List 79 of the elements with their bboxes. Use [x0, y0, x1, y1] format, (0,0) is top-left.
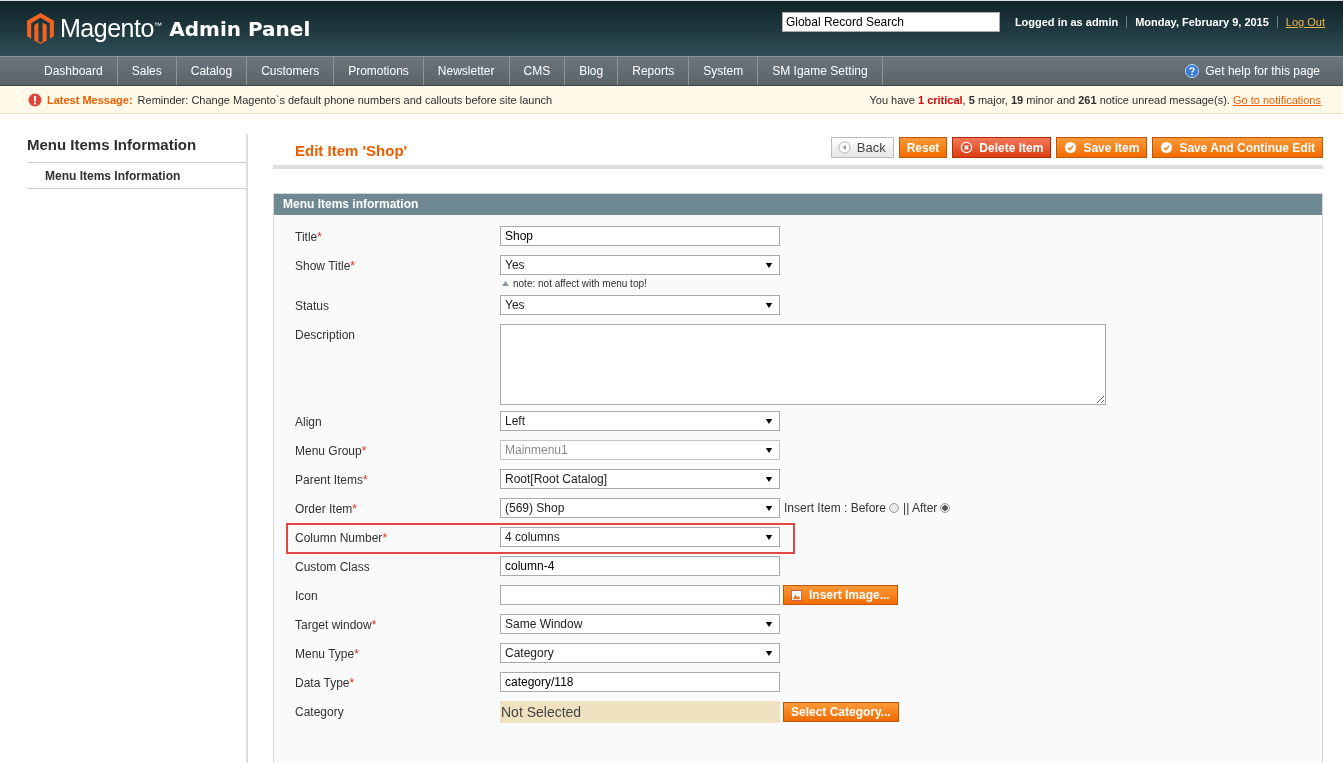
page-title: Edit Item 'Shop' — [295, 141, 408, 159]
text-field[interactable]: column-4 — [500, 556, 780, 576]
nav-item[interactable]: SM Igame Setting — [758, 57, 883, 85]
dropdown-arrow-icon — [765, 301, 773, 309]
help-icon[interactable] — [1185, 64, 1200, 78]
dropdown-arrow-icon — [765, 504, 773, 512]
field-label: Menu Group* — [295, 443, 368, 460]
nav-item[interactable]: Promotions — [334, 57, 424, 85]
field-label: Show Title* — [295, 258, 357, 275]
section-header: Menu Items information — [274, 194, 1322, 215]
nav-item[interactable]: CMS — [509, 57, 566, 85]
sidebar-title: Menu Items Information — [27, 134, 246, 163]
notifications-link[interactable]: Go to notifications — [1232, 93, 1321, 106]
field-label: Title* — [295, 229, 323, 246]
nav-item[interactable]: Reports — [618, 57, 690, 85]
dropdown[interactable]: Left — [500, 411, 780, 431]
delete-button[interactable]: Delete Item — [952, 137, 1052, 158]
dropdown-arrow-icon — [765, 620, 773, 628]
text-field[interactable] — [500, 585, 780, 605]
field-note: note: not affect with menu top! — [513, 278, 647, 289]
help-link[interactable]: Get help for this page — [1205, 64, 1320, 78]
dropdown[interactable]: 4 columns — [500, 527, 780, 547]
text-field[interactable]: category/118 — [500, 672, 780, 692]
nav-item[interactable]: Customers — [247, 57, 335, 85]
nav-item[interactable]: System — [689, 57, 759, 85]
nav-item[interactable]: Catalog — [176, 57, 248, 85]
logo-text: Magento$^{™}$ — [60, 14, 162, 43]
alert-icon — [28, 92, 42, 107]
product-title: Admin Panel — [169, 16, 311, 41]
current-date: Monday, February 9, 2015 — [1127, 16, 1278, 28]
nav-item[interactable]: Sales — [117, 57, 177, 85]
dropdown-arrow-icon — [765, 261, 773, 269]
dropdown[interactable]: (569) Shop — [500, 498, 780, 518]
radio-button[interactable] — [889, 503, 900, 513]
message-text: Reminder: Change Magento`s default phone numbers and callouts before site launch — [137, 93, 553, 106]
radio-label: || After — [903, 501, 938, 515]
description-field[interactable] — [500, 324, 1106, 405]
field-label: Data Type* — [295, 675, 356, 692]
back-button[interactable]: Back — [830, 137, 894, 158]
triangle-icon — [502, 281, 509, 286]
field-label: Category — [295, 704, 345, 721]
field-label: Align — [295, 414, 323, 431]
sidebar-tab[interactable]: Menu Items Information — [27, 163, 246, 189]
radio-button[interactable] — [940, 503, 951, 513]
field-label: Description — [295, 327, 357, 344]
dropdown-arrow-icon — [765, 417, 773, 425]
field-label: Column Number* — [295, 530, 389, 547]
dropdown[interactable]: Same Window — [500, 614, 780, 634]
logo-icon — [27, 13, 54, 44]
field-label: Icon — [295, 588, 319, 605]
checkmark-icon — [1160, 141, 1174, 154]
text-field[interactable]: Shop — [500, 226, 780, 246]
image-icon — [791, 589, 802, 601]
field-label: Custom Class — [295, 559, 371, 576]
nav-item[interactable]: Blog — [565, 57, 619, 85]
radio-label: Insert Item : Before — [784, 501, 887, 515]
search-field[interactable]: Global Record Search — [781, 12, 1000, 32]
dropdown[interactable]: Yes — [500, 255, 780, 275]
field-label: Order Item* — [295, 501, 359, 518]
checkmark-icon — [1064, 141, 1078, 154]
message-label: Latest Message: — [47, 93, 133, 106]
field-label: Status — [295, 298, 331, 315]
nav-item[interactable]: Dashboard — [30, 57, 118, 85]
field-label: Menu Type* — [295, 646, 360, 663]
message-summary: You have 1 critical, 5 major, 19 minor and 261 notice unread message(s). — [869, 93, 1231, 106]
category-display: Not Selected — [500, 701, 780, 723]
dropdown[interactable]: Yes — [500, 295, 780, 315]
nav-item[interactable]: Newsletter — [423, 57, 510, 85]
field-label: Target window* — [295, 617, 378, 634]
dropdown-arrow-icon — [765, 533, 773, 541]
logout-link[interactable]: Log Out — [1277, 12, 1325, 32]
dropdown-arrow-icon — [765, 475, 773, 483]
dropdown[interactable]: Category — [500, 643, 780, 663]
delete-icon — [960, 141, 974, 154]
user-status: Logged in as admin — [1014, 16, 1128, 28]
dropdown-arrow-icon — [765, 649, 773, 657]
field-label: Parent Items* — [295, 472, 369, 489]
dropdown[interactable]: Root[Root Catalog] — [500, 469, 780, 489]
dropdown-arrow-icon — [765, 446, 773, 454]
